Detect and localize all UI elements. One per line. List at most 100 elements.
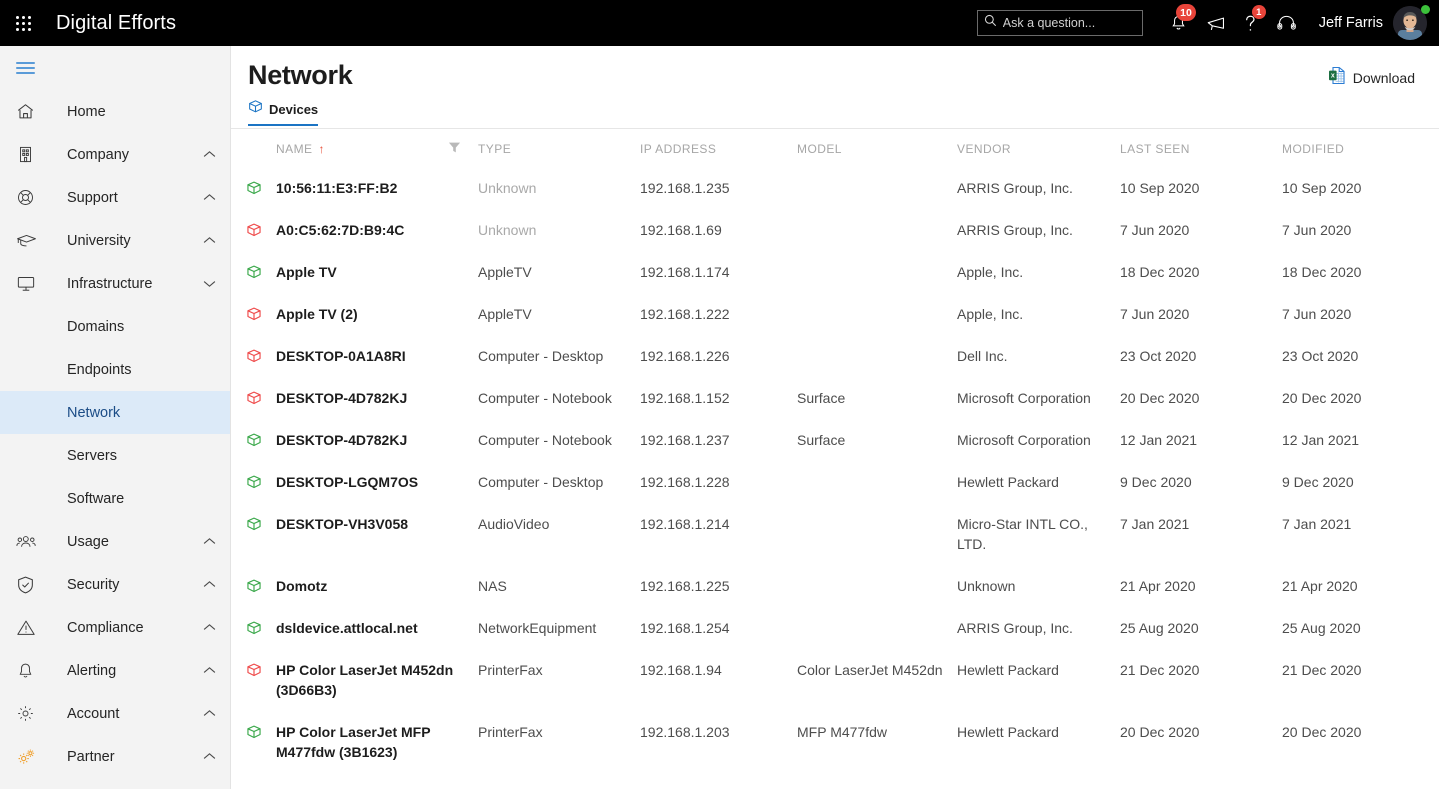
cell-ip-address: 192.168.1.226 bbox=[640, 348, 730, 365]
cell-name[interactable]: DESKTOP-LGQM7OS bbox=[276, 461, 478, 503]
column-header-name[interactable]: NAME ↑ bbox=[276, 129, 448, 167]
cell-name[interactable]: 10:56:11:E3:FF:B2 bbox=[276, 167, 478, 209]
column-header-modified[interactable]: MODIFIED bbox=[1282, 129, 1439, 167]
column-header-ip-address[interactable]: IP ADDRESS bbox=[640, 129, 797, 167]
cell-name[interactable]: A0:C5:62:7D:B9:4C bbox=[276, 209, 478, 251]
cell-vendor: Microsoft Corporation bbox=[957, 390, 1091, 407]
table-row[interactable]: HP Color LaserJet MFP M477fdw (3B1623) Pr… bbox=[231, 711, 1439, 773]
filter-icon bbox=[448, 142, 461, 157]
sidebar-label: University bbox=[67, 232, 131, 249]
sidebar-item-account[interactable]: Account bbox=[0, 692, 230, 735]
app-launcher-icon[interactable] bbox=[0, 0, 46, 46]
table-row[interactable]: Apple TV (2) AppleTV 192.168.1.222 Apple, I… bbox=[231, 293, 1439, 335]
chevron-up-icon[interactable] bbox=[203, 150, 216, 159]
table-row[interactable]: Apple TV AppleTV 192.168.1.174 Apple, Inc. 1… bbox=[231, 251, 1439, 293]
cell-model bbox=[797, 503, 957, 565]
cell-name[interactable]: DESKTOP-4D782KJ bbox=[276, 419, 478, 461]
tab-label: Devices bbox=[269, 101, 319, 117]
column-header-vendor[interactable]: VENDOR bbox=[957, 129, 1120, 167]
cell-name[interactable]: HP Color LaserJet MFP M477fdw (3B1623) bbox=[276, 711, 478, 773]
cell-name[interactable]: Apple TV (2) bbox=[276, 293, 478, 335]
chevron-up-icon[interactable] bbox=[203, 709, 216, 718]
table-row[interactable]: DESKTOP-0A1A8RI Computer - Desktop 192.168… bbox=[231, 335, 1439, 377]
chevron-down-icon[interactable] bbox=[203, 279, 216, 288]
table-row[interactable]: DESKTOP-LGQM7OS Computer - Desktop 192.168… bbox=[231, 461, 1439, 503]
sidebar-item-security[interactable]: Security bbox=[0, 563, 230, 606]
cell-model: Color LaserJet M452dn bbox=[797, 662, 943, 679]
cell-modified: 21 Apr 2020 bbox=[1282, 578, 1358, 595]
table-row[interactable]: A0:C5:62:7D:B9:4C Unknown 192.168.1.69 ARRI… bbox=[231, 209, 1439, 251]
device-status-icon bbox=[231, 419, 276, 461]
cell-name[interactable]: DESKTOP-4D782KJ bbox=[276, 377, 478, 419]
sidebar-item-home[interactable]: Home bbox=[0, 90, 230, 133]
sidebar-item-partner[interactable]: Partner bbox=[0, 735, 230, 778]
column-header-model[interactable]: MODEL bbox=[797, 129, 957, 167]
table-row[interactable]: dsldevice.attlocal.net NetworkEquipment 19… bbox=[231, 607, 1439, 649]
chevron-up-icon[interactable] bbox=[203, 752, 216, 761]
download-button[interactable]: x Download bbox=[1328, 66, 1415, 90]
chevron-up-icon[interactable] bbox=[203, 537, 216, 546]
chevron-up-icon[interactable] bbox=[203, 193, 216, 202]
table-row[interactable]: DESKTOP-VH3V058 AudioVideo 192.168.1.214 Mi… bbox=[231, 503, 1439, 565]
notifications-button[interactable]: 10 bbox=[1161, 0, 1197, 46]
cube-icon bbox=[248, 99, 263, 119]
cell-type: AppleTV bbox=[478, 264, 532, 281]
sidebar-item-usage[interactable]: Usage bbox=[0, 520, 230, 563]
chevron-up-icon[interactable] bbox=[203, 623, 216, 632]
cell-modified: 10 Sep 2020 bbox=[1282, 180, 1362, 196]
sidebar-item-endpoints[interactable]: Endpoints bbox=[0, 348, 230, 391]
chevron-up-icon[interactable] bbox=[203, 236, 216, 245]
announcements-button[interactable] bbox=[1197, 0, 1233, 46]
sort-ascending-icon[interactable]: ↑ bbox=[318, 142, 324, 156]
cell-name[interactable]: Apple TV bbox=[276, 251, 478, 293]
table-row[interactable]: HP Color LaserJet M452dn (3D66B3) Printer… bbox=[231, 649, 1439, 711]
column-header-last-seen[interactable]: LAST SEEN bbox=[1120, 129, 1282, 167]
top-navigation-bar: Digital Efforts Ask a question... 10 1 J… bbox=[0, 0, 1439, 46]
sidebar-item-network[interactable]: Network bbox=[0, 391, 230, 434]
hamburger-icon[interactable] bbox=[0, 46, 230, 90]
monitor-icon bbox=[16, 274, 42, 293]
user-name[interactable]: Jeff Farris bbox=[1319, 15, 1383, 31]
table-row[interactable]: DESKTOP-4D782KJ Computer - Notebook 192.16… bbox=[231, 419, 1439, 461]
device-status-icon bbox=[231, 607, 276, 649]
sidebar-label: Account bbox=[67, 705, 120, 722]
sidebar-item-university[interactable]: University bbox=[0, 219, 230, 262]
sidebar-item-support[interactable]: Support bbox=[0, 176, 230, 219]
cell-name[interactable]: Domotz bbox=[276, 565, 478, 607]
devices-table-container[interactable]: NAME ↑ TYPE IP ADDRESS MODEL VENDOR LAST … bbox=[231, 128, 1439, 789]
sidebar-item-servers[interactable]: Servers bbox=[0, 434, 230, 477]
chevron-up-icon[interactable] bbox=[203, 580, 216, 589]
table-row[interactable]: 10:56:11:E3:FF:B2 Unknown 192.168.1.235 ARR… bbox=[231, 167, 1439, 209]
cell-name[interactable]: HP Color LaserJet M452dn (3D66B3) bbox=[276, 649, 478, 711]
cell-name[interactable]: dsldevice.attlocal.net bbox=[276, 607, 478, 649]
cell-last-seen: 7 Jun 2020 bbox=[1120, 306, 1190, 323]
headset-icon[interactable] bbox=[1269, 0, 1305, 46]
chevron-up-icon[interactable] bbox=[203, 666, 216, 675]
cell-name[interactable]: DESKTOP-0A1A8RI bbox=[276, 335, 478, 377]
table-row[interactable]: Domotz NAS 192.168.1.225 Unknown 21 Apr 2020… bbox=[231, 565, 1439, 607]
cell-model bbox=[797, 293, 957, 335]
search-box[interactable]: Ask a question... bbox=[976, 10, 1143, 36]
cell-name[interactable]: DESKTOP-VH3V058 bbox=[276, 503, 478, 565]
column-header-type[interactable]: TYPE bbox=[478, 129, 640, 167]
avatar[interactable] bbox=[1393, 5, 1430, 40]
sidebar-item-alerting[interactable]: Alerting bbox=[0, 649, 230, 692]
column-filter-button[interactable] bbox=[448, 129, 478, 167]
sidebar-item-company[interactable]: Company bbox=[0, 133, 230, 176]
sidebar-item-compliance[interactable]: Compliance bbox=[0, 606, 230, 649]
table-row[interactable]: DESKTOP-4D782KJ Computer - Notebook 192.16… bbox=[231, 377, 1439, 419]
help-button[interactable]: 1 bbox=[1233, 0, 1269, 46]
cell-last-seen: 9 Dec 2020 bbox=[1120, 474, 1192, 491]
cell-last-seen: 7 Jan 2021 bbox=[1120, 516, 1190, 533]
cell-vendor: Dell Inc. bbox=[957, 348, 1008, 365]
sidebar-item-software[interactable]: Software bbox=[0, 477, 230, 520]
sidebar-item-infrastructure[interactable]: Infrastructure bbox=[0, 262, 230, 305]
cell-type: NetworkEquipment bbox=[478, 620, 597, 637]
brand-title: Digital Efforts bbox=[56, 11, 177, 34]
cell-vendor: Hewlett Packard bbox=[957, 662, 1059, 679]
tab-devices[interactable]: Devices bbox=[248, 99, 319, 126]
cell-modified: 7 Jun 2020 bbox=[1282, 222, 1352, 239]
cell-type: NAS bbox=[478, 578, 507, 595]
lifebuoy-icon bbox=[16, 188, 42, 207]
sidebar-item-domains[interactable]: Domains bbox=[0, 305, 230, 348]
